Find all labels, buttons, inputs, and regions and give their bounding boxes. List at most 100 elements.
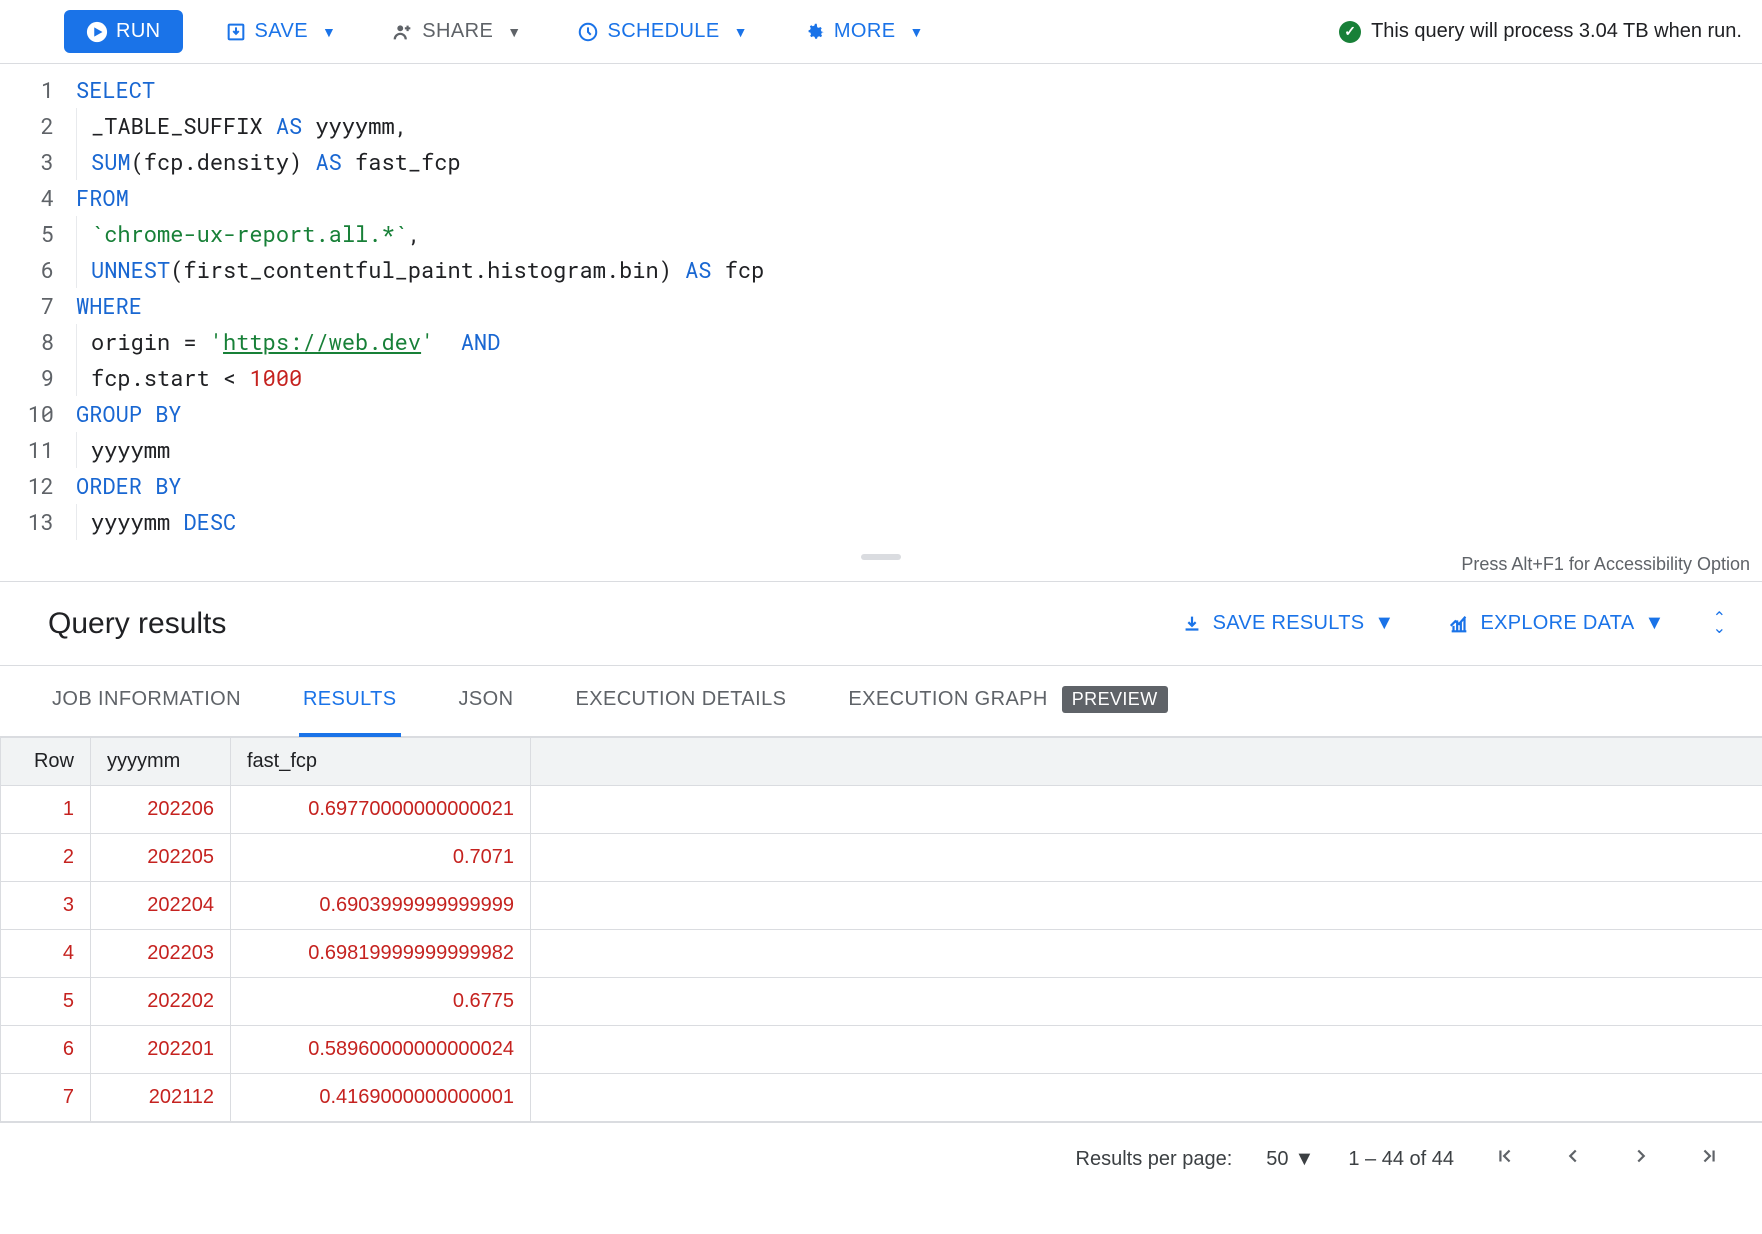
sql-keyword: ORDER BY [76, 471, 182, 500]
code-content[interactable]: UNNEST(first_contentful_paint.histogram.… [72, 252, 1762, 288]
preview-badge: PREVIEW [1062, 686, 1168, 713]
sql-number: 1000 [249, 363, 302, 392]
code-line[interactable]: 7WHERE [0, 288, 1762, 324]
col-row[interactable]: Row [1, 738, 91, 786]
tab-results[interactable]: RESULTS [299, 666, 401, 737]
schedule-label: SCHEDULE [607, 20, 719, 43]
save-results-button[interactable]: SAVE RESULTS ▼ [1169, 604, 1407, 643]
table-row[interactable]: 32022040.6903999999999999 [1, 882, 1762, 930]
code-content[interactable]: WHERE [72, 288, 1762, 324]
tab-label: JSON [459, 688, 514, 711]
sql-keyword: AS [315, 147, 341, 176]
code-content[interactable]: `chrome-ux-report.all.*`, [72, 216, 1762, 252]
table-row[interactable]: 12022060.69770000000000021 [1, 786, 1762, 834]
sql-text: yyyymm [91, 507, 183, 536]
cell-row: 3 [1, 882, 91, 930]
expand-collapse-button[interactable]: ⌃ ⌄ [1707, 608, 1732, 640]
code-line[interactable]: 3SUM(fcp.density) AS fast_fcp [0, 144, 1762, 180]
code-content[interactable]: ORDER BY [72, 468, 1762, 504]
cell-filler [531, 1026, 1762, 1074]
table-row[interactable]: 42022030.69819999999999982 [1, 930, 1762, 978]
gear-icon [804, 21, 826, 43]
code-line[interactable]: 5`chrome-ux-report.all.*`, [0, 216, 1762, 252]
col-fast_fcp[interactable]: fast_fcp [231, 738, 531, 786]
sql-editor[interactable]: 1SELECT2_TABLE_SUFFIX AS yyyymm,3SUM(fcp… [0, 64, 1762, 548]
sql-url: https://web.dev [223, 327, 421, 356]
line-number: 5 [0, 216, 72, 252]
play-icon [86, 21, 108, 43]
cell-filler [531, 978, 1762, 1026]
sql-text: , [408, 219, 421, 248]
sql-function: SUM [91, 147, 131, 176]
tab-label: RESULTS [303, 688, 397, 711]
code-content[interactable]: _TABLE_SUFFIX AS yyyymm, [72, 108, 1762, 144]
code-content[interactable]: origin = 'https://web.dev' AND [72, 324, 1762, 360]
cell-row: 1 [1, 786, 91, 834]
code-content[interactable]: yyyymm [72, 432, 1762, 468]
code-line[interactable]: 13yyyymm DESC [0, 504, 1762, 540]
cell-filler [531, 882, 1762, 930]
tab-execution-details[interactable]: EXECUTION DETAILS [571, 666, 790, 737]
editor-footer: Press Alt+F1 for Accessibility Option [0, 548, 1762, 582]
tab-job-information[interactable]: JOB INFORMATION [48, 666, 245, 737]
more-button[interactable]: MORE ▼ [790, 12, 938, 51]
schedule-button[interactable]: SCHEDULE ▼ [563, 12, 761, 51]
code-line[interactable]: 6UNNEST(first_contentful_paint.histogram… [0, 252, 1762, 288]
cell-fast_fcp: 0.6903999999999999 [231, 882, 531, 930]
indent-guide [76, 360, 77, 396]
caret-down-icon: ▼ [1295, 1148, 1315, 1171]
code-line[interactable]: 11yyyymm [0, 432, 1762, 468]
caret-down-icon: ▼ [1374, 612, 1394, 635]
code-content[interactable]: SUM(fcp.density) AS fast_fcp [72, 144, 1762, 180]
share-icon [392, 21, 414, 43]
line-number: 13 [0, 504, 72, 540]
sql-text: fast_fcp [342, 147, 461, 176]
table-row[interactable]: 62022010.58960000000000024 [1, 1026, 1762, 1074]
explore-data-button[interactable]: EXPLORE DATA ▼ [1436, 604, 1676, 643]
code-content[interactable]: FROM [72, 180, 1762, 216]
code-line[interactable]: 8origin = 'https://web.dev' AND [0, 324, 1762, 360]
code-content[interactable]: fcp.start < 1000 [72, 360, 1762, 396]
code-line[interactable]: 2_TABLE_SUFFIX AS yyyymm, [0, 108, 1762, 144]
sql-text: _TABLE_SUFFIX [91, 111, 276, 140]
prev-page-button[interactable] [1556, 1139, 1590, 1179]
table-row[interactable]: 52022020.6775 [1, 978, 1762, 1026]
first-page-icon [1494, 1145, 1516, 1167]
page-size-label: Results per page: [1076, 1148, 1233, 1171]
tab-label: EXECUTION GRAPH [848, 688, 1047, 711]
table-row[interactable]: 72021120.4169000000000001 [1, 1074, 1762, 1122]
explore-data-label: EXPLORE DATA [1480, 612, 1634, 635]
indent-guide [76, 108, 77, 144]
code-content[interactable]: SELECT [72, 72, 1762, 108]
share-button[interactable]: SHARE ▼ [378, 12, 535, 51]
table-row[interactable]: 22022050.7071 [1, 834, 1762, 882]
run-button[interactable]: RUN [64, 10, 183, 53]
tab-execution-graph[interactable]: EXECUTION GRAPH PREVIEW [844, 666, 1171, 737]
save-button[interactable]: SAVE ▼ [211, 12, 351, 51]
sql-text: fcp [712, 255, 765, 284]
drag-handle-icon[interactable] [861, 554, 901, 560]
sql-text: yyyymm, [302, 111, 408, 140]
query-validation: ✓ This query will process 3.04 TB when r… [1339, 20, 1742, 43]
code-line[interactable]: 10GROUP BY [0, 396, 1762, 432]
results-header: Query results SAVE RESULTS ▼ EXPLORE DAT… [0, 582, 1762, 665]
code-line[interactable]: 12ORDER BY [0, 468, 1762, 504]
save-label: SAVE [255, 20, 308, 43]
tab-label: JOB INFORMATION [52, 688, 241, 711]
table-header-row: Rowyyyymmfast_fcp [1, 738, 1762, 786]
last-page-button[interactable] [1692, 1139, 1726, 1179]
cell-fast_fcp: 0.58960000000000024 [231, 1026, 531, 1074]
tab-json[interactable]: JSON [455, 666, 518, 737]
code-line[interactable]: 1SELECT [0, 72, 1762, 108]
code-content[interactable]: GROUP BY [72, 396, 1762, 432]
code-line[interactable]: 4FROM [0, 180, 1762, 216]
col-yyyymm[interactable]: yyyymm [91, 738, 231, 786]
page-size-select[interactable]: 50 ▼ [1266, 1148, 1314, 1171]
clock-icon [577, 21, 599, 43]
chevron-down-icon: ⌄ [1713, 624, 1726, 634]
code-content[interactable]: yyyymm DESC [72, 504, 1762, 540]
save-results-label: SAVE RESULTS [1213, 612, 1365, 635]
first-page-button[interactable] [1488, 1139, 1522, 1179]
next-page-button[interactable] [1624, 1139, 1658, 1179]
code-line[interactable]: 9fcp.start < 1000 [0, 360, 1762, 396]
